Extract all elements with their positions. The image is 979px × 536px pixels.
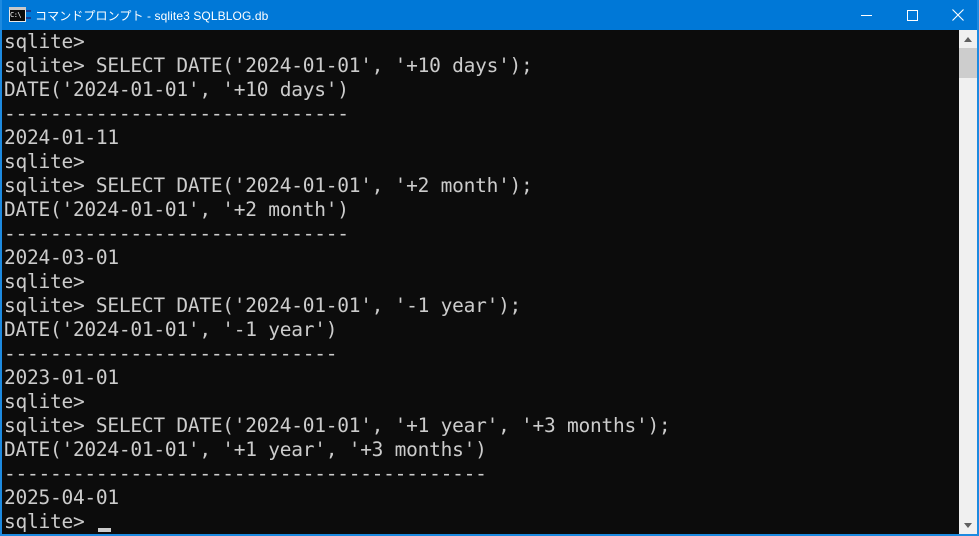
- console-line: sqlite>: [4, 30, 85, 53]
- console-line: ------------------------------: [4, 102, 349, 125]
- icon-tail-bottom: [26, 16, 31, 19]
- console-line: DATE('2024-01-01', '-1 year'): [4, 318, 338, 341]
- close-icon: [952, 9, 964, 21]
- text-cursor: [98, 528, 111, 532]
- console-line: 2025-04-01: [4, 486, 119, 509]
- vertical-scrollbar[interactable]: [959, 30, 977, 534]
- title-bar[interactable]: C:\ コマンドプロンプト - sqlite3 SQLBLOG.db: [2, 0, 977, 30]
- console-line: DATE('2024-01-01', '+1 year', '+3 months…: [4, 438, 487, 461]
- icon-prompt-text: C:\: [10, 10, 22, 19]
- console-line: ------------------------------: [4, 222, 349, 245]
- minimize-button[interactable]: [843, 0, 889, 30]
- console-line: sqlite>: [4, 270, 85, 293]
- console-line: 2024-01-11: [4, 126, 119, 149]
- console-line: 2024-03-01: [4, 246, 119, 269]
- scroll-down-button[interactable]: [959, 516, 977, 534]
- console-line: -----------------------------: [4, 342, 338, 365]
- window-title: コマンドプロンプト - sqlite3 SQLBLOG.db: [35, 8, 269, 23]
- console-line: sqlite> SELECT DATE('2024-01-01', '+2 mo…: [4, 174, 533, 197]
- console-line: DATE('2024-01-01', '+10 days'): [4, 78, 349, 101]
- console-line: 2023-01-01: [4, 366, 119, 389]
- cmd-prompt-icon: C:\: [9, 6, 31, 24]
- title-bar-left: C:\ コマンドプロンプト - sqlite3 SQLBLOG.db: [2, 0, 843, 30]
- chevron-down-icon: [964, 522, 972, 528]
- console-line: ----------------------------------------…: [4, 462, 487, 485]
- minimize-icon: [860, 14, 872, 16]
- chevron-up-icon: [964, 36, 972, 42]
- icon-tail-top: [26, 9, 31, 12]
- console-line: sqlite> SELECT DATE('2024-01-01', '+10 d…: [4, 54, 533, 77]
- maximize-icon: [906, 9, 918, 21]
- scrollbar-thumb[interactable]: [959, 48, 977, 78]
- console-line: sqlite> SELECT DATE('2024-01-01', '-1 ye…: [4, 294, 522, 317]
- scrollbar-track[interactable]: [959, 48, 977, 516]
- command-prompt-window: C:\ コマンドプロンプト - sqlite3 SQLBLOG.db sqlit…: [0, 0, 979, 536]
- scroll-up-button[interactable]: [959, 30, 977, 48]
- console-line: sqlite>: [4, 390, 85, 413]
- console-output[interactable]: sqlite> sqlite> SELECT DATE('2024-01-01'…: [2, 30, 963, 534]
- window-controls: [843, 0, 977, 30]
- maximize-button[interactable]: [889, 0, 935, 30]
- console-line: DATE('2024-01-01', '+2 month'): [4, 198, 349, 221]
- console-line: sqlite>: [4, 510, 85, 533]
- console-line: sqlite>: [4, 150, 85, 173]
- console-line: sqlite> SELECT DATE('2024-01-01', '+1 ye…: [4, 414, 671, 437]
- close-button[interactable]: [935, 0, 977, 30]
